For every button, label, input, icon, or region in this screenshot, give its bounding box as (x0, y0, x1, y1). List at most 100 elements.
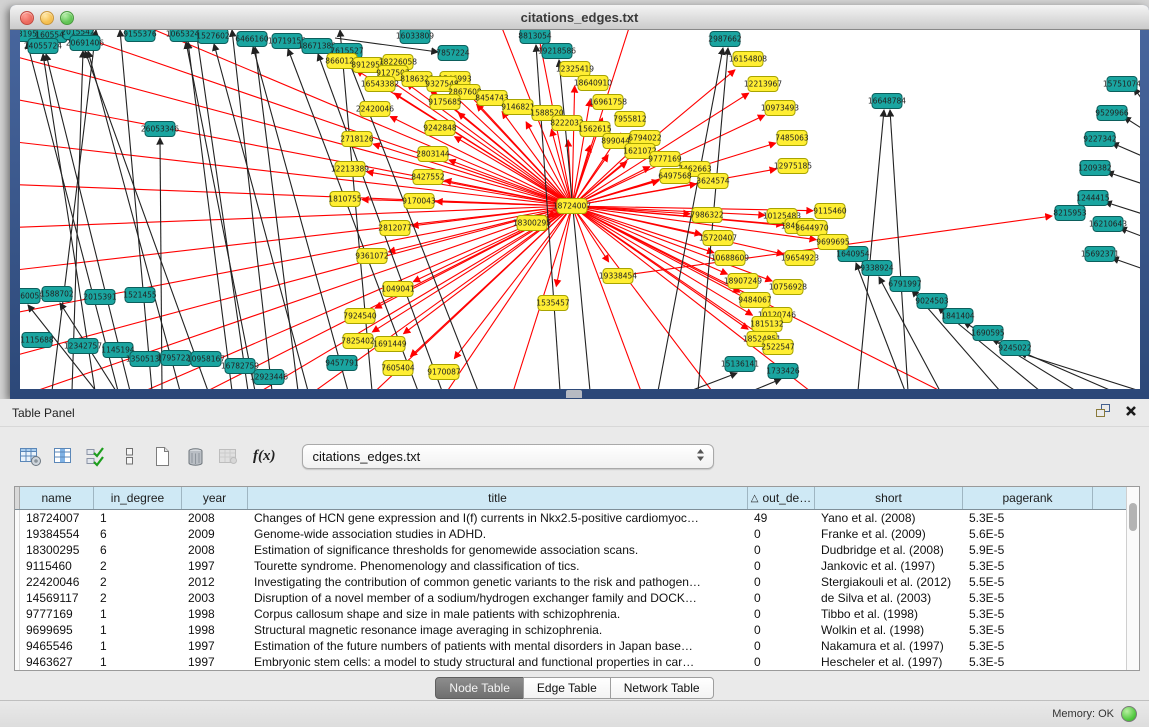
graph-node[interactable]: 3624574 (696, 174, 730, 189)
graph-node[interactable]: 16210643 (1089, 217, 1127, 232)
graph-node[interactable]: 2987662 (708, 32, 742, 47)
graph-node[interactable]: 19654923 (781, 251, 819, 266)
graph-node[interactable]: 10958167 (187, 352, 225, 367)
float-panel-icon[interactable] (1096, 404, 1111, 421)
graph-node[interactable]: 7485063 (775, 131, 809, 146)
graph-node[interactable]: 9777169 (648, 152, 682, 167)
function-builder-icon[interactable]: f(x) (253, 448, 276, 465)
graph-node[interactable]: 9484067 (738, 293, 772, 308)
table-selector-dropdown[interactable]: citations_edges.txt (302, 444, 714, 469)
tab-edge-table[interactable]: Edge Table (523, 677, 611, 699)
graph-node[interactable]: 16543382 (361, 77, 399, 92)
graph-node[interactable]: 24055724 (24, 39, 62, 54)
graph-node[interactable]: 9115460 (813, 204, 847, 219)
graph-node[interactable]: 7924540 (343, 309, 377, 324)
graph-node[interactable]: 7605404 (381, 361, 415, 376)
graph-node[interactable]: 10756928 (769, 280, 807, 295)
graph-node[interactable]: 16782759 (221, 359, 259, 374)
graph-node[interactable]: 1810755 (328, 192, 362, 207)
graph-node[interactable]: 2522547 (761, 340, 795, 355)
minimize-window-button[interactable] (40, 11, 54, 25)
graph-node[interactable]: 18907249 (724, 274, 762, 289)
graph-node[interactable]: 1049041 (381, 282, 415, 297)
graph-node[interactable]: 1115688 (20, 333, 54, 348)
close-panel-icon[interactable] (1125, 405, 1137, 420)
graph-node[interactable]: 2015391 (83, 290, 117, 305)
graph-node[interactable]: 1841404 (941, 309, 975, 324)
graph-node[interactable]: 16961758 (589, 95, 627, 110)
graph-node[interactable]: 8427552 (411, 170, 445, 185)
graph-node[interactable]: 7825402 (341, 334, 375, 349)
table-row[interactable]: 977716911998Corpus callosum shape and si… (15, 606, 1139, 622)
graph-node[interactable]: 9457791 (325, 356, 359, 371)
graph-node[interactable]: 7955812 (613, 112, 647, 127)
graph-node[interactable]: 22420046 (356, 102, 394, 117)
column-header-year[interactable]: year (182, 487, 248, 509)
graph-node[interactable]: 2718126 (340, 132, 374, 147)
tab-network-table[interactable]: Network Table (610, 677, 714, 699)
graph-node[interactable]: 15720407 (699, 231, 737, 246)
column-header-title[interactable]: title (248, 487, 748, 509)
graph-node[interactable]: 9175685 (428, 95, 462, 110)
graph-node[interactable]: 16648784 (868, 94, 906, 109)
table-row[interactable]: 911546021997Tourette syndrome. Phenomeno… (15, 558, 1139, 574)
delete-column-icon[interactable] (183, 445, 207, 469)
graph-node[interactable]: 9170087 (427, 365, 461, 380)
network-canvas[interactable]: 1931954160554720155422405572420691406915… (20, 30, 1140, 389)
table-scrollbar-thumb[interactable] (1129, 503, 1137, 531)
graph-node[interactable]: 9155376 (123, 30, 157, 42)
import-table-icon[interactable] (216, 445, 240, 469)
graph-node[interactable]: 12923446 (250, 370, 288, 385)
close-window-button[interactable] (20, 11, 34, 25)
graph-node[interactable]: 1527602 (196, 30, 230, 44)
graph-node[interactable]: 1209382 (1078, 161, 1112, 176)
row-height-icon[interactable] (117, 445, 141, 469)
graph-node[interactable]: 10688609 (711, 251, 749, 266)
graph-node[interactable]: 7857224 (436, 46, 470, 61)
graph-node[interactable]: 1691449 (373, 337, 407, 352)
graph-node[interactable]: 9227342 (1083, 132, 1117, 147)
graph-node[interactable]: 1521455 (123, 288, 157, 303)
graph-node[interactable]: 1690595 (971, 326, 1005, 341)
column-header-name[interactable]: name (20, 487, 94, 509)
graph-node[interactable]: 10973493 (761, 101, 799, 116)
graph-node[interactable]: 8644970 (795, 221, 829, 236)
graph-node[interactable]: 7986322 (690, 208, 724, 223)
zoom-window-button[interactable] (60, 11, 74, 25)
table-row[interactable]: 946554611997Estimation of the future num… (15, 638, 1139, 654)
column-header-pagerank[interactable]: pagerank (963, 487, 1093, 509)
graph-node[interactable]: 19338454 (599, 269, 637, 284)
table-row[interactable]: 946362711997Embryonic stem cells: a mode… (15, 654, 1139, 670)
new-column-icon[interactable] (150, 445, 174, 469)
graph-node[interactable]: 15136141 (721, 357, 759, 372)
table-settings-icon[interactable] (18, 445, 42, 469)
graph-node[interactable]: 9024503 (915, 294, 949, 309)
table-row[interactable]: 1938455462009Genome-wide association stu… (15, 526, 1139, 542)
graph-node[interactable]: 9242848 (423, 121, 457, 136)
graph-node[interactable]: 6791997 (888, 277, 922, 292)
citation-network-graph[interactable]: 1931954160554720155422405572420691406915… (20, 30, 1140, 389)
graph-node[interactable]: 12342757 (64, 339, 102, 354)
graph-node[interactable]: 12213967 (744, 77, 782, 92)
graph-node[interactable]: 20691406 (66, 36, 104, 51)
graph-node[interactable]: 18300295 (513, 216, 551, 231)
table-scrollbar[interactable] (1126, 487, 1139, 670)
graph-node[interactable]: 1733426 (766, 364, 800, 379)
table-row[interactable]: 1872400712008Changes of HCN gene express… (15, 510, 1139, 526)
graph-node[interactable]: 6466160 (235, 32, 269, 47)
graph-node[interactable]: 1588702 (40, 287, 74, 302)
graph-node[interactable]: 1244415 (1076, 191, 1110, 206)
graph-node[interactable]: 9245022 (998, 341, 1032, 356)
column-visibility-icon[interactable] (51, 445, 75, 469)
graph-node[interactable]: 9361072 (355, 249, 389, 264)
graph-node[interactable]: 15692371 (1081, 247, 1119, 262)
graph-node[interactable]: 26053346 (141, 122, 179, 137)
graph-node[interactable]: 9338924 (860, 261, 894, 276)
tab-node-table[interactable]: Node Table (435, 677, 524, 699)
graph-node[interactable]: 9699695 (816, 235, 850, 250)
graph-node[interactable]: 1815132 (750, 317, 784, 332)
window-resize-handle[interactable] (566, 390, 582, 398)
graph-node[interactable]: 9529966 (1095, 106, 1129, 121)
graph-node[interactable]: 12325419 (556, 62, 594, 77)
graph-node[interactable]: 2812077 (378, 221, 412, 236)
